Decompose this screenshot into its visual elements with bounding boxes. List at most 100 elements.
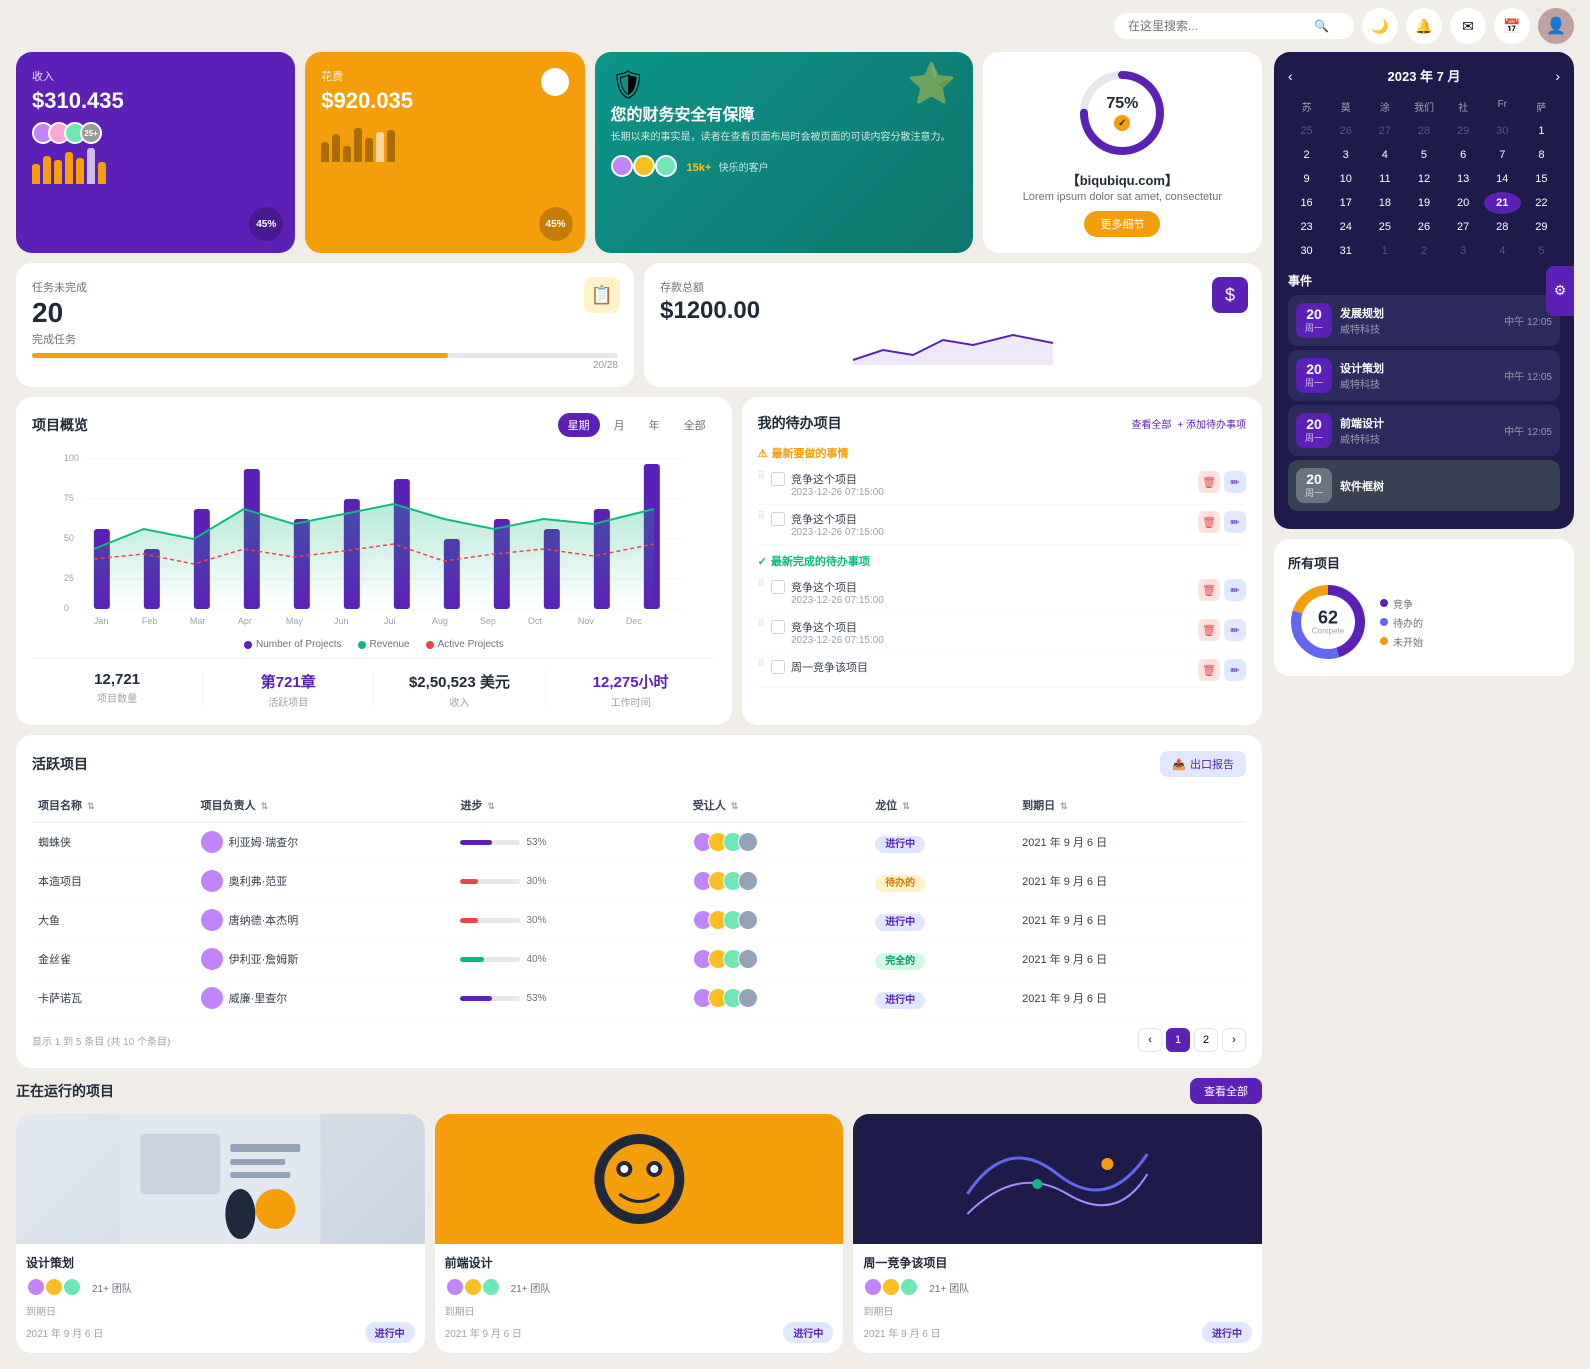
filter-tab-week[interactable]: 星期: [558, 413, 600, 437]
drag-handle[interactable]: ⠿: [758, 579, 765, 590]
calendar-day[interactable]: 1: [1523, 120, 1560, 142]
calendar-day[interactable]: 4: [1366, 144, 1403, 166]
settings-float-button[interactable]: ⚙: [1546, 266, 1574, 316]
todo-checkbox[interactable]: [771, 620, 785, 634]
calendar-day[interactable]: 25: [1288, 120, 1325, 142]
todo-edit-button[interactable]: ✏: [1224, 579, 1246, 601]
todo-checkbox[interactable]: [771, 580, 785, 594]
add-expense-button[interactable]: +: [541, 68, 569, 96]
calendar-day[interactable]: 4: [1484, 240, 1521, 262]
todo-checkbox[interactable]: [771, 472, 785, 486]
calendar-day[interactable]: 28: [1484, 216, 1521, 238]
filter-tab-all[interactable]: 全部: [674, 413, 716, 437]
todo-checkbox[interactable]: [771, 512, 785, 526]
prev-page-button[interactable]: ‹: [1138, 1028, 1162, 1052]
project-card-frontend: 前端设计 21+ 团队 到期日 2021 年 9 月 6 日 进行中: [435, 1114, 844, 1353]
calendar-day[interactable]: 28: [1405, 120, 1442, 142]
calendar-day[interactable]: 14: [1484, 168, 1521, 190]
sort-icon[interactable]: ⇅: [902, 801, 910, 811]
todo-edit-button[interactable]: ✏: [1224, 619, 1246, 641]
calendar-day[interactable]: 10: [1327, 168, 1364, 190]
calendar-day[interactable]: 1: [1366, 240, 1403, 262]
calendar-day[interactable]: 2: [1405, 240, 1442, 262]
page-1-button[interactable]: 1: [1166, 1028, 1190, 1052]
drag-handle[interactable]: ⠿: [758, 471, 765, 482]
mail-icon[interactable]: ✉: [1450, 8, 1486, 44]
calendar-day[interactable]: 7: [1484, 144, 1521, 166]
sort-icon[interactable]: ⇅: [87, 801, 95, 811]
todo-delete-button[interactable]: 🗑: [1198, 511, 1220, 533]
user-avatar[interactable]: 👤: [1538, 8, 1574, 44]
filter-tab-year[interactable]: 年: [639, 413, 670, 437]
todo-edit-button[interactable]: ✏: [1224, 659, 1246, 681]
calendar-day[interactable]: 9: [1288, 168, 1325, 190]
calendar-day[interactable]: 8: [1523, 144, 1560, 166]
calendar-day[interactable]: 2: [1288, 144, 1325, 166]
moon-icon[interactable]: 🌙: [1362, 8, 1398, 44]
calendar-day[interactable]: 30: [1484, 120, 1521, 142]
todo-edit-button[interactable]: ✏: [1224, 511, 1246, 533]
calendar-day[interactable]: 23: [1288, 216, 1325, 238]
calendar-day[interactable]: 20: [1445, 192, 1482, 214]
calendar-day[interactable]: 3: [1327, 144, 1364, 166]
todo-add-button[interactable]: + 添加待办事项: [1177, 416, 1246, 431]
calendar-day[interactable]: 21: [1484, 192, 1521, 214]
sort-icon[interactable]: ⇅: [731, 801, 739, 811]
cell-progress: 30%: [454, 901, 686, 940]
todo-delete-button[interactable]: 🗑: [1198, 659, 1220, 681]
calendar-day[interactable]: 18: [1366, 192, 1403, 214]
calendar-day[interactable]: 29: [1445, 120, 1482, 142]
filter-tab-month[interactable]: 月: [604, 413, 635, 437]
calendar-day[interactable]: 22: [1523, 192, 1560, 214]
calendar-day[interactable]: 24: [1327, 216, 1364, 238]
sort-icon[interactable]: ⇅: [488, 801, 496, 811]
drag-handle[interactable]: ⠿: [758, 659, 765, 670]
calendar-day[interactable]: 16: [1288, 192, 1325, 214]
calendar-day[interactable]: 27: [1366, 120, 1403, 142]
drag-handle[interactable]: ⠿: [758, 511, 765, 522]
bell-icon[interactable]: 🔔: [1406, 8, 1442, 44]
status-badge: 待办的: [875, 875, 925, 892]
more-details-button[interactable]: 更多细节: [1084, 211, 1160, 237]
calendar-day[interactable]: 26: [1405, 216, 1442, 238]
view-all-button[interactable]: 查看全部: [1190, 1078, 1262, 1104]
calendar-day[interactable]: 5: [1523, 240, 1560, 262]
next-page-button[interactable]: ›: [1222, 1028, 1246, 1052]
calendar-day[interactable]: 27: [1445, 216, 1482, 238]
export-report-button[interactable]: 📤 出口报告: [1160, 751, 1246, 777]
calendar-day[interactable]: 29: [1523, 216, 1560, 238]
todo-delete-button[interactable]: 🗑: [1198, 471, 1220, 493]
todo-delete-button[interactable]: 🗑: [1198, 619, 1220, 641]
search-box[interactable]: 🔍: [1114, 13, 1354, 39]
calendar-day[interactable]: 12: [1405, 168, 1442, 190]
calendar-day[interactable]: 25: [1366, 216, 1403, 238]
calendar-day[interactable]: 3: [1445, 240, 1482, 262]
calendar-day[interactable]: 17: [1327, 192, 1364, 214]
calendar-day[interactable]: 13: [1445, 168, 1482, 190]
compete-illustration: [853, 1114, 1262, 1244]
calendar-day[interactable]: 6: [1445, 144, 1482, 166]
calendar-day[interactable]: 26: [1327, 120, 1364, 142]
todo-delete-button[interactable]: 🗑: [1198, 579, 1220, 601]
todo-edit-button[interactable]: ✏: [1224, 471, 1246, 493]
calendar-day[interactable]: 30: [1288, 240, 1325, 262]
calendar-day[interactable]: 15: [1523, 168, 1560, 190]
calendar-prev-button[interactable]: ‹: [1288, 68, 1293, 84]
calendar-day[interactable]: 31: [1327, 240, 1364, 262]
calendar-day[interactable]: 5: [1405, 144, 1442, 166]
cell-name: 蜘蛛侠: [32, 822, 195, 862]
drag-handle[interactable]: ⠿: [758, 619, 765, 630]
sort-icon[interactable]: ⇅: [261, 801, 269, 811]
calendar-icon[interactable]: 📅: [1494, 8, 1530, 44]
todo-checkbox[interactable]: [771, 660, 785, 674]
todo-view-all[interactable]: 查看全部: [1131, 416, 1171, 431]
calendar-day[interactable]: 19: [1405, 192, 1442, 214]
search-input[interactable]: [1128, 19, 1308, 33]
sort-icon[interactable]: ⇅: [1060, 801, 1068, 811]
page-2-button[interactable]: 2: [1194, 1028, 1218, 1052]
calendar-next-button[interactable]: ›: [1555, 68, 1560, 84]
event-info: 前端设计 威特科技: [1340, 415, 1496, 446]
calendar-day[interactable]: 11: [1366, 168, 1403, 190]
event-info: 软件框树: [1340, 478, 1552, 494]
donut-legend: 竞争 待办的 未开始: [1380, 596, 1423, 649]
